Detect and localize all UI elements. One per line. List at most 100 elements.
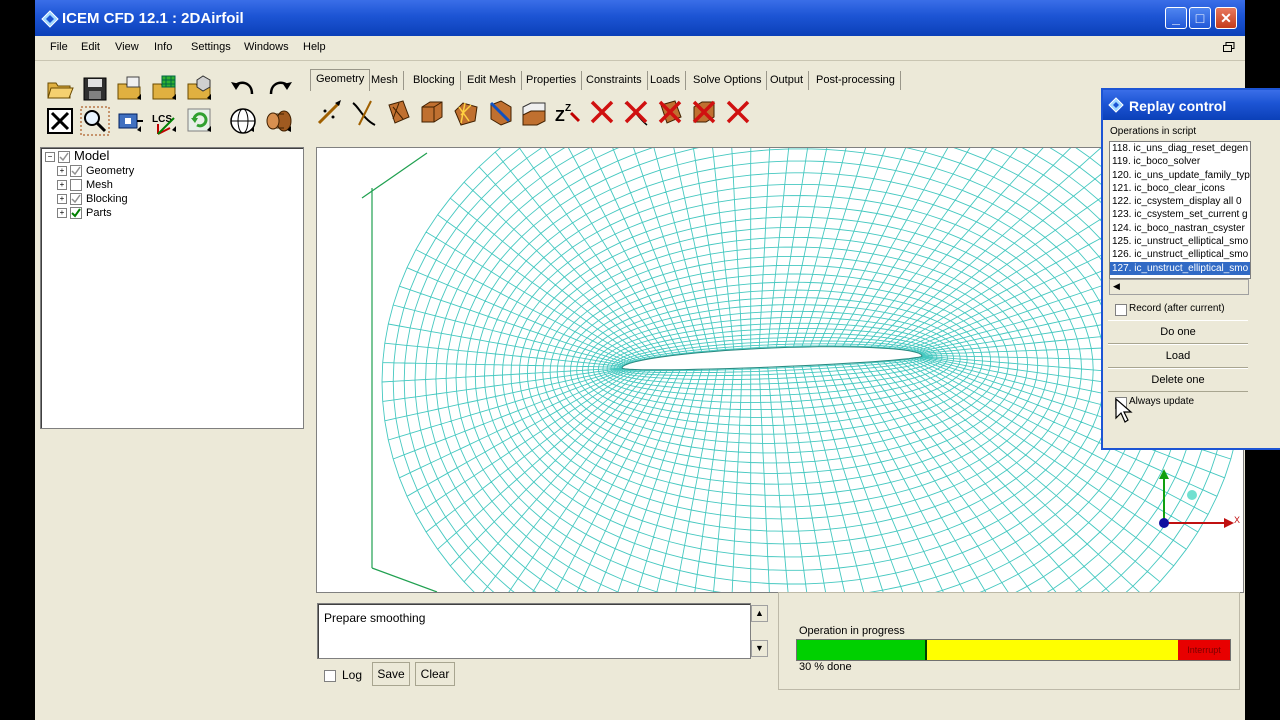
expand-icon[interactable]: + <box>57 208 67 219</box>
tree-label-parts: Parts <box>86 207 112 219</box>
menu-info[interactable]: Info <box>154 41 172 53</box>
operation-item[interactable]: 121. ic_boco_clear_icons <box>1110 182 1250 195</box>
delete-any-icon[interactable] <box>723 97 753 127</box>
progress-percent: 30 % done <box>799 661 852 673</box>
model-checkbox[interactable] <box>58 150 70 163</box>
title-bar[interactable]: ICEM CFD 12.1 : 2DAirfoil _ □ ✕ <box>35 0 1245 36</box>
save-log-button[interactable]: Save <box>372 662 410 686</box>
svg-text:Z: Z <box>555 108 565 125</box>
console-scroll-up[interactable]: ▲ <box>751 605 768 622</box>
expand-icon[interactable]: + <box>57 180 67 191</box>
operation-item[interactable]: 125. ic_unstruct_elliptical_smo <box>1110 235 1250 248</box>
zoom-icon[interactable] <box>80 106 110 136</box>
create-surface-icon[interactable] <box>383 97 413 127</box>
menu-file[interactable]: File <box>50 41 68 53</box>
progress-bar: Interrupt <box>796 639 1231 661</box>
operation-item[interactable]: 127. ic_unstruct_elliptical_smo <box>1110 261 1250 275</box>
mesh-checkbox[interactable] <box>70 179 82 192</box>
operation-item[interactable]: 123. ic_csystem_set_current g <box>1110 208 1250 221</box>
console-message: Prepare smoothing <box>324 611 426 625</box>
tab-constraints[interactable]: Constraints <box>581 71 648 90</box>
log-checkbox[interactable] <box>324 670 336 682</box>
open-mesh-icon[interactable] <box>150 74 180 104</box>
open-geometry-icon[interactable] <box>115 74 145 104</box>
scroll-left-icon[interactable]: ◀ <box>1113 281 1120 292</box>
menu-settings[interactable]: Settings <box>191 41 231 53</box>
menu-help[interactable]: Help <box>303 41 326 53</box>
operation-item[interactable]: 118. ic_uns_diag_reset_degen <box>1110 142 1250 155</box>
open-blocking-icon[interactable] <box>185 74 215 104</box>
tree-node-parts[interactable]: + Parts <box>57 206 112 220</box>
console-scroll-down[interactable]: ▼ <box>751 640 768 657</box>
operation-item[interactable]: 120. ic_uns_update_family_typ <box>1110 169 1250 182</box>
clear-log-button[interactable]: Clear <box>415 662 455 686</box>
undo-icon[interactable] <box>228 72 258 102</box>
interrupt-button[interactable]: Interrupt <box>1178 640 1230 660</box>
mouse-cursor-icon <box>1115 398 1133 423</box>
minimize-button[interactable]: _ <box>1165 7 1187 29</box>
lcs-icon[interactable]: LCS <box>150 106 180 136</box>
tree-node-geometry[interactable]: + Geometry <box>57 164 134 178</box>
faceted-geometry-icon[interactable] <box>451 97 481 127</box>
do-one-button[interactable]: Do one <box>1108 320 1248 344</box>
fit-window-icon[interactable] <box>45 106 75 136</box>
create-curve-icon[interactable] <box>349 97 379 127</box>
operation-item[interactable]: 126. ic_unstruct_elliptical_smo <box>1110 248 1250 261</box>
replay-title-bar[interactable]: Replay control <box>1103 90 1280 120</box>
blocking-checkbox[interactable] <box>70 193 82 206</box>
maximize-button[interactable]: □ <box>1189 7 1211 29</box>
create-body-icon[interactable] <box>417 97 447 127</box>
expand-icon[interactable]: + <box>57 194 67 205</box>
delete-body-icon[interactable] <box>689 97 719 127</box>
parts-checkbox[interactable] <box>70 207 82 220</box>
operation-item[interactable]: 124. ic_boco_nastran_csyster <box>1110 222 1250 235</box>
delete-point-icon[interactable] <box>587 97 617 127</box>
close-button[interactable]: ✕ <box>1215 7 1237 29</box>
open-folder-icon[interactable] <box>45 74 75 104</box>
geometry-checkbox[interactable] <box>70 165 82 178</box>
tab-post-processing[interactable]: Post-processing <box>811 71 901 90</box>
delete-surface-icon[interactable] <box>655 97 685 127</box>
transform-geometry-icon[interactable] <box>519 97 549 127</box>
tab-solve-options[interactable]: Solve Options <box>688 71 768 90</box>
collapse-icon[interactable]: − <box>45 151 55 162</box>
replay-title: Replay control <box>1129 98 1227 114</box>
menu-edit[interactable]: Edit <box>81 41 100 53</box>
delete-one-button[interactable]: Delete one <box>1108 368 1248 392</box>
menu-view[interactable]: View <box>115 41 139 53</box>
tab-geometry[interactable]: Geometry <box>310 69 371 91</box>
progress-label: Operation in progress <box>799 625 905 637</box>
model-tree: − Model + Geometry + Mesh + Blocking + Parts <box>40 147 304 429</box>
tab-mesh[interactable]: Mesh <box>366 71 404 90</box>
expand-icon[interactable]: + <box>57 166 67 177</box>
tab-properties[interactable]: Properties <box>521 71 583 90</box>
tab-output[interactable]: Output <box>765 71 810 90</box>
create-point-icon[interactable] <box>315 97 345 127</box>
restore-window-icon[interactable] <box>1223 42 1235 53</box>
operations-hscrollbar[interactable]: ◀ <box>1109 279 1249 295</box>
wireframe-icon[interactable] <box>228 106 258 136</box>
operation-item[interactable]: 119. ic_boco_solver <box>1110 155 1250 168</box>
repair-geometry-icon[interactable] <box>485 97 515 127</box>
measure-icon[interactable] <box>115 106 145 136</box>
log-label: Log <box>342 668 363 682</box>
operation-item[interactable]: 122. ic_csystem_display all 0 <box>1110 195 1250 208</box>
restore-dormant-icon[interactable]: ZZ <box>553 97 583 127</box>
tree-node-model[interactable]: − Model <box>45 149 109 163</box>
menu-windows[interactable]: Windows <box>244 41 289 53</box>
solid-icon[interactable] <box>265 106 295 136</box>
refresh-icon[interactable] <box>185 106 215 136</box>
operations-list[interactable]: 118. ic_uns_diag_reset_degen 119. ic_boco… <box>1109 141 1251 279</box>
redo-icon[interactable] <box>265 72 295 102</box>
tab-edit-mesh[interactable]: Edit Mesh <box>462 71 522 90</box>
load-button[interactable]: Load <box>1108 344 1248 368</box>
message-console[interactable]: Prepare smoothing <box>317 603 751 659</box>
tab-blocking[interactable]: Blocking <box>408 71 461 90</box>
delete-curve-icon[interactable] <box>621 97 651 127</box>
tree-node-blocking[interactable]: + Blocking <box>57 192 128 206</box>
save-icon[interactable] <box>80 74 110 104</box>
tab-loads[interactable]: Loads <box>645 71 686 90</box>
record-checkbox[interactable] <box>1115 304 1127 316</box>
tree-node-mesh[interactable]: + Mesh <box>57 178 113 192</box>
record-label: Record (after current) <box>1129 303 1225 314</box>
